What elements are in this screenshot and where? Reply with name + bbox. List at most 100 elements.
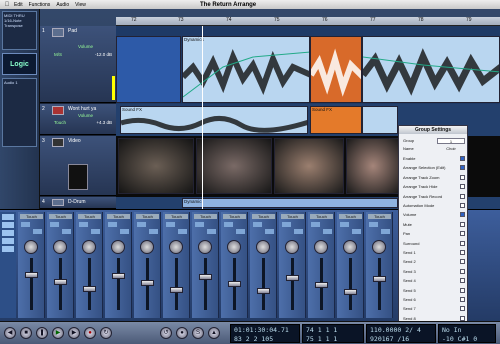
pan-knob[interactable] xyxy=(82,240,96,254)
pause-button[interactable]: ❚ xyxy=(36,327,48,339)
solo-button[interactable]: S xyxy=(192,327,204,339)
track-name[interactable]: Wont hurt ya xyxy=(68,106,96,112)
strip-mode[interactable]: Touch xyxy=(49,214,72,219)
mixer-view-button[interactable] xyxy=(2,230,14,236)
strip-mode[interactable]: Touch xyxy=(223,214,246,219)
option-checkbox[interactable] xyxy=(460,193,465,199)
insert-slot[interactable] xyxy=(224,222,233,227)
track-header-vocal[interactable]: 2 Wont hurt ya Volume Touch +4.3 dB xyxy=(40,104,116,135)
menu-audio[interactable]: Audio xyxy=(56,2,69,8)
pan-knob[interactable] xyxy=(24,240,38,254)
strip-mode[interactable]: Touch xyxy=(107,214,130,219)
strip-mode[interactable]: Touch xyxy=(194,214,217,219)
mixer-view-button[interactable] xyxy=(2,214,14,220)
send-slot[interactable] xyxy=(381,229,390,234)
volume-fader[interactable] xyxy=(344,289,357,295)
option-checkbox[interactable] xyxy=(460,287,465,293)
pan-knob[interactable] xyxy=(372,240,386,254)
pan-knob[interactable] xyxy=(285,240,299,254)
sync-button[interactable]: ▲ xyxy=(208,327,220,339)
track-name[interactable]: D-Drum xyxy=(68,199,86,205)
volume-fader[interactable] xyxy=(257,288,270,294)
send-slot[interactable] xyxy=(352,229,361,234)
insert-slot[interactable] xyxy=(311,222,320,227)
pan-knob[interactable] xyxy=(198,240,212,254)
bar-position-display[interactable]: 74 1 1 1 75 1 1 1 xyxy=(302,324,364,343)
track-header-video[interactable]: 3 Video xyxy=(40,136,116,196)
pan-knob[interactable] xyxy=(169,240,183,254)
option-checkbox[interactable] xyxy=(460,306,465,312)
stop-button[interactable]: ■ xyxy=(20,327,32,339)
insert-slot[interactable] xyxy=(369,222,378,227)
option-checkbox[interactable] xyxy=(460,268,465,274)
insert-slot[interactable] xyxy=(50,222,59,227)
menu-edit[interactable]: Edit xyxy=(14,2,23,8)
send-slot[interactable] xyxy=(207,229,216,234)
strip-mode[interactable]: Touch xyxy=(20,214,43,219)
smpte-display[interactable]: 01:01:30:04.71 83 2 2 105 xyxy=(230,324,300,343)
send-slot[interactable] xyxy=(265,229,274,234)
insert-slot[interactable] xyxy=(79,222,88,227)
track-name[interactable]: Video xyxy=(68,138,81,144)
send-slot[interactable] xyxy=(120,229,129,234)
mixer-view-button[interactable] xyxy=(2,246,14,252)
pan-knob[interactable] xyxy=(111,240,125,254)
channel-inspector[interactable]: Audio 1 xyxy=(2,78,37,147)
insert-slot[interactable] xyxy=(282,222,291,227)
option-checkbox[interactable] xyxy=(460,174,465,180)
cycle-button[interactable]: ↺ xyxy=(160,327,172,339)
apple-menu-icon[interactable]:  xyxy=(0,2,14,8)
option-checkbox[interactable] xyxy=(460,212,465,218)
group-name-field[interactable]: Choir xyxy=(437,146,465,152)
strip-mode[interactable]: Touch xyxy=(339,214,362,219)
play-button[interactable]: ▶ xyxy=(52,327,64,339)
volume-fader[interactable] xyxy=(315,282,328,288)
volume-fader[interactable] xyxy=(373,276,386,282)
strip-mode[interactable]: Touch xyxy=(281,214,304,219)
menu-view[interactable]: View xyxy=(75,2,86,8)
automation-param[interactable]: Volume xyxy=(78,113,93,118)
volume-fader[interactable] xyxy=(25,272,38,278)
strip-mode[interactable]: Touch xyxy=(310,214,333,219)
option-checkbox[interactable] xyxy=(460,250,465,255)
pan-knob[interactable] xyxy=(227,240,241,254)
strip-mode[interactable]: Touch xyxy=(252,214,275,219)
pan-knob[interactable] xyxy=(314,240,328,254)
tempo-display[interactable]: 110.0000 2/ 4 920167 /16 xyxy=(366,324,436,343)
selected-region[interactable] xyxy=(310,36,362,103)
group-number-field[interactable]: 1 xyxy=(437,138,465,144)
track-name[interactable]: Pad xyxy=(68,28,77,34)
dynamics-region-b[interactable] xyxy=(362,36,500,103)
mixer-view-button[interactable] xyxy=(2,222,14,228)
insert-slot[interactable] xyxy=(108,222,117,227)
automation-param[interactable]: Volume xyxy=(78,44,93,49)
vocal-region-c[interactable] xyxy=(362,106,398,134)
option-checkbox[interactable] xyxy=(460,203,465,208)
volume-fader[interactable] xyxy=(112,273,125,279)
track-header-drum[interactable]: 4 D-Drum xyxy=(40,197,116,209)
send-slot[interactable] xyxy=(149,229,158,234)
volume-fader[interactable] xyxy=(286,275,299,281)
send-slot[interactable] xyxy=(236,229,245,234)
option-checkbox[interactable] xyxy=(460,165,465,171)
pan-knob[interactable] xyxy=(343,240,357,254)
menu-functions[interactable]: Functions xyxy=(29,2,51,8)
insert-slot[interactable] xyxy=(195,222,204,227)
automation-mode[interactable]: Touch xyxy=(54,120,66,125)
send-slot[interactable] xyxy=(294,229,303,234)
insert-slot[interactable] xyxy=(137,222,146,227)
volume-fader[interactable] xyxy=(199,274,212,280)
volume-fader[interactable] xyxy=(170,287,183,293)
send-slot[interactable] xyxy=(33,229,42,234)
send-slot[interactable] xyxy=(178,229,187,234)
send-slot[interactable] xyxy=(62,229,71,234)
track-header-pad[interactable]: 1 Pad Volume M/S -12.0 dB xyxy=(40,26,116,103)
strip-mode[interactable]: Touch xyxy=(78,214,101,219)
strip-mode[interactable]: Touch xyxy=(136,214,159,219)
option-checkbox[interactable] xyxy=(460,278,465,284)
send-slot[interactable] xyxy=(91,229,100,234)
option-checkbox[interactable] xyxy=(460,184,465,190)
loop-button[interactable]: ↻ xyxy=(100,327,112,339)
insert-slot[interactable] xyxy=(21,222,30,227)
insert-slot[interactable] xyxy=(166,222,175,227)
